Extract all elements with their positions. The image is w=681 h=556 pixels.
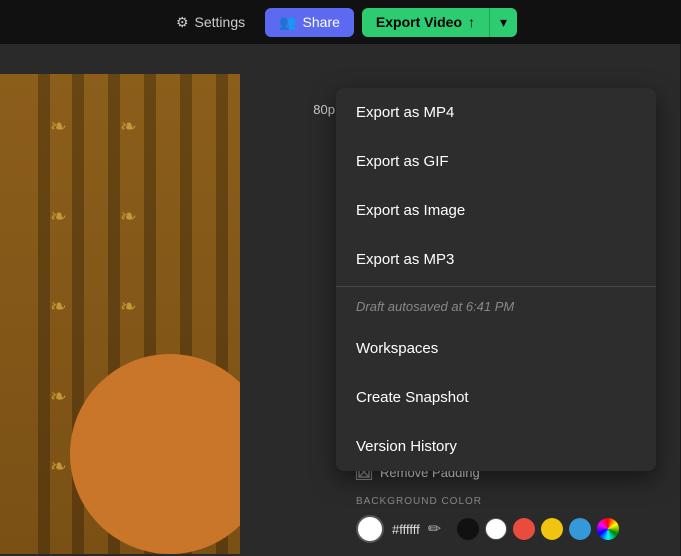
color-swatch-white[interactable] — [356, 515, 384, 543]
menu-item-export-mp3[interactable]: Export as MP3 — [336, 235, 656, 284]
menu-item-export-gif-label: Export as GIF — [356, 153, 449, 170]
color-hex-value: #ffffff — [392, 522, 420, 537]
fleur-6: ❧ — [120, 294, 137, 319]
color-dot-black[interactable] — [457, 518, 479, 540]
menu-item-export-image-label: Export as Image — [356, 202, 465, 219]
menu-item-snapshot[interactable]: Create Snapshot — [336, 373, 656, 422]
color-dot-blue[interactable] — [569, 518, 591, 540]
export-label: Export Video — [376, 14, 462, 30]
share-label: Share — [303, 14, 340, 30]
menu-item-workspaces[interactable]: Workspaces — [336, 324, 656, 373]
menu-item-export-gif[interactable]: Export as GIF — [336, 137, 656, 186]
fleur-3: ❧ — [50, 204, 67, 229]
fleur-5: ❧ — [50, 294, 67, 319]
preview-image: ❧ ❧ ❧ ❧ ❧ ❧ ❧ ❧ — [0, 74, 240, 554]
fleur-7: ❧ — [50, 384, 67, 409]
menu-item-export-mp4[interactable]: Export as MP4 — [336, 88, 656, 137]
fleur-8: ❧ — [50, 454, 67, 479]
dropdown-menu: Export as MP4 Export as GIF Export as Im… — [336, 88, 656, 471]
export-group: Export Video ↑ ▾ — [362, 8, 517, 37]
stripe-1 — [38, 74, 50, 554]
color-row: #ffffff ✏ — [356, 515, 664, 543]
share-icon: 👥 — [279, 14, 296, 31]
color-dots — [457, 518, 619, 540]
color-dot-red[interactable] — [513, 518, 535, 540]
color-dot-white[interactable] — [485, 518, 507, 540]
settings-button[interactable]: ⚙ Settings — [164, 8, 257, 37]
menu-divider-1 — [336, 286, 656, 287]
bg-color-label: BACKGROUND COLOR — [356, 496, 664, 507]
menu-item-export-image[interactable]: Export as Image — [336, 186, 656, 235]
export-dropdown-button[interactable]: ▾ — [489, 8, 517, 37]
color-dot-yellow[interactable] — [541, 518, 563, 540]
menu-item-snapshot-label: Create Snapshot — [356, 389, 469, 406]
quality-badge: 80p — [313, 102, 335, 117]
menu-item-version-history-label: Version History — [356, 438, 457, 455]
chevron-down-icon: ▾ — [500, 14, 507, 31]
settings-label: Settings — [195, 14, 246, 30]
circle-shape — [70, 354, 240, 554]
fleur-2: ❧ — [120, 114, 137, 139]
bg-color-section: BACKGROUND COLOR #ffffff ✏ — [356, 488, 664, 551]
share-button[interactable]: 👥 Share — [265, 8, 354, 37]
gear-icon: ⚙ — [176, 14, 189, 31]
eyedropper-icon[interactable]: ✏ — [428, 519, 441, 539]
color-dot-gradient[interactable] — [597, 518, 619, 540]
menu-item-workspaces-label: Workspaces — [356, 340, 438, 357]
autosave-text: Draft autosaved at 6:41 PM — [336, 289, 656, 324]
fleur-1: ❧ — [50, 114, 67, 139]
menu-item-version-history[interactable]: Version History — [336, 422, 656, 471]
fleur-4: ❧ — [120, 204, 137, 229]
export-video-button[interactable]: Export Video ↑ — [362, 8, 489, 37]
menu-item-export-mp3-label: Export as MP3 — [356, 251, 454, 268]
menu-item-export-mp4-label: Export as MP4 — [356, 104, 454, 121]
upload-icon: ↑ — [468, 14, 475, 30]
topbar: ⚙ Settings 👥 Share Export Video ↑ ▾ — [0, 0, 681, 44]
canvas-area: ❧ ❧ ❧ ❧ ❧ ❧ ❧ ❧ 80p Export as MP4 Export… — [0, 44, 680, 556]
